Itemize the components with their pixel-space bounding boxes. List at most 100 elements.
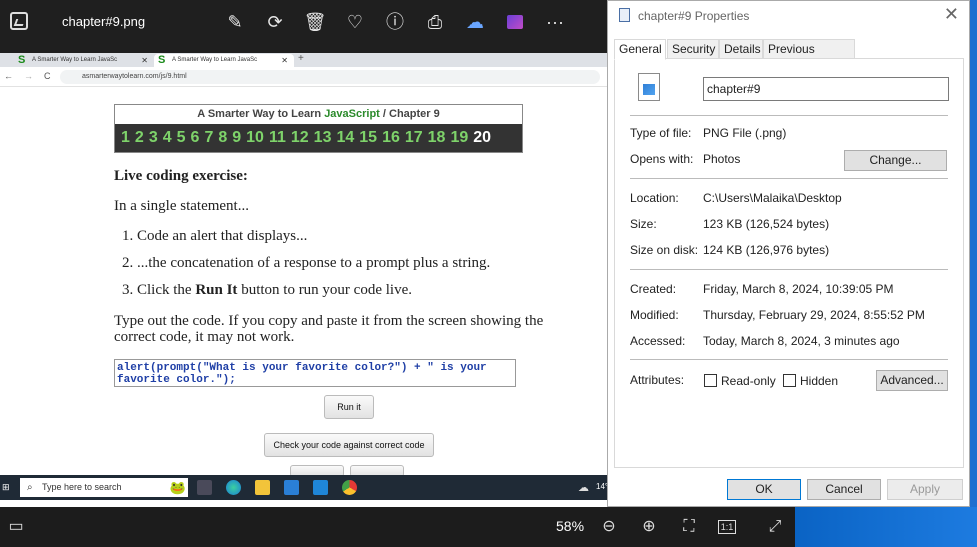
back-icon[interactable]: ← <box>4 71 13 81</box>
chapter-link[interactable]: 16 <box>382 129 400 146</box>
size-on-disk-value: 124 KB (126,976 bytes) <box>703 243 830 257</box>
accessed-value: Today, March 8, 2024, 3 minutes ago <box>703 334 900 348</box>
tab-previous-versions[interactable]: Previous Versions <box>763 39 855 74</box>
chapter-link[interactable]: 9 <box>232 129 241 146</box>
print-icon[interactable]: ⎙ <box>423 10 447 34</box>
type-label: Type of file: <box>630 126 692 140</box>
chrome-icon[interactable] <box>342 480 357 495</box>
forward-icon[interactable]: → <box>24 71 33 81</box>
chapter-link[interactable]: 8 <box>218 129 227 146</box>
divider <box>630 178 948 179</box>
chapter-link[interactable]: 15 <box>359 129 377 146</box>
readonly-checkbox[interactable] <box>704 374 717 387</box>
gallery-icon[interactable] <box>10 12 28 30</box>
tab-security[interactable]: Security <box>667 39 719 59</box>
zoom-in-icon[interactable]: ⊕ <box>638 516 660 538</box>
info-icon[interactable]: ⓘ <box>383 10 407 34</box>
desktop-edge <box>970 0 977 507</box>
list-item: 1. Code an alert that displays... <box>122 228 308 244</box>
search-icon: ⌕ <box>27 482 33 493</box>
task-view-icon[interactable] <box>197 480 212 495</box>
cancel-button[interactable]: Cancel <box>807 479 881 500</box>
url-field[interactable]: asmarterwaytolearn.com/js/9.html <box>60 70 600 84</box>
desktop-background <box>795 507 977 547</box>
taskbar-search[interactable]: ⌕ Type here to search 🐸 <box>20 478 188 497</box>
intro-text: In a single statement... <box>114 198 249 214</box>
edge-icon[interactable] <box>226 480 241 495</box>
zoom-out-icon[interactable]: ⊖ <box>598 516 620 538</box>
photos-bottom-bar: ▭ 58% ⊖ ⊕ ⛶ 1:1 ⤢ <box>0 507 795 547</box>
chapter-link[interactable]: 3 <box>149 129 158 146</box>
vscode-icon[interactable] <box>313 480 328 495</box>
fit-window-icon[interactable]: ⛶ <box>678 516 700 538</box>
chapter-link[interactable]: 20 <box>473 129 491 146</box>
chapter-link[interactable]: 12 <box>291 129 309 146</box>
location-label: Location: <box>630 191 679 205</box>
tab-details[interactable]: Details <box>719 39 763 59</box>
chapter-link[interactable]: 7 <box>204 129 213 146</box>
browser-tab-active[interactable]: S A Smarter Way to Learn JavaSc ✕ <box>154 54 294 67</box>
accessed-label: Accessed: <box>630 334 686 348</box>
onedrive-icon[interactable]: ☁ <box>463 10 487 34</box>
browser-tab[interactable]: S A Smarter Way to Learn JavaSc ✕ <box>14 54 154 67</box>
chapter-link[interactable]: 1 <box>121 129 130 146</box>
fullscreen-icon[interactable]: ⤢ <box>764 516 786 538</box>
close-icon[interactable]: ✕ <box>944 4 959 25</box>
inner-taskbar: ⊞ ⌕ Type here to search 🐸 14° ☁ <box>0 475 610 500</box>
address-bar: ← → C asmarterwaytolearn.com/js/9.html <box>0 67 610 87</box>
chapter-link[interactable]: 17 <box>405 129 423 146</box>
close-tab-icon[interactable]: ✕ <box>281 54 288 67</box>
chapter-link[interactable]: 2 <box>135 129 144 146</box>
instruction-text: Type out the code. If you copy and paste… <box>114 313 544 345</box>
chapter-link[interactable]: 14 <box>336 129 354 146</box>
clipchamp-icon[interactable] <box>503 10 527 34</box>
file-name-field[interactable]: chapter#9 <box>703 77 949 101</box>
apply-button[interactable]: Apply <box>887 479 963 500</box>
mail-icon[interactable] <box>284 480 299 495</box>
chapter-nav: 1 2 3 4 5 6 7 8 9 10 11 12 13 14 15 16 17 18 19 20 <box>115 124 522 152</box>
screen: chapter#9.png ✎ ⟳ 🗑 ♡ ⓘ ⎙ ☁ ··· S A Smar… <box>0 0 977 547</box>
check-code-button[interactable]: Check your code against correct code <box>264 433 434 457</box>
close-tab-icon[interactable]: ✕ <box>141 54 148 67</box>
run-it-button[interactable]: Run it <box>324 395 374 419</box>
more-icon[interactable]: ··· <box>543 10 567 34</box>
file-explorer-icon[interactable] <box>255 480 270 495</box>
chapter-link[interactable]: 6 <box>191 129 200 146</box>
chapter-link[interactable]: 11 <box>269 129 286 146</box>
png-file-icon <box>638 73 660 101</box>
chapter-link[interactable]: 19 <box>450 129 468 146</box>
chapter-link[interactable]: 4 <box>163 129 172 146</box>
divider <box>630 269 948 270</box>
modified-value: Thursday, February 29, 2024, 8:55:52 PM <box>703 308 925 322</box>
delete-icon[interactable]: 🗑 <box>303 10 327 34</box>
tab-general[interactable]: General <box>614 39 666 60</box>
chapter-link[interactable]: 10 <box>246 129 264 146</box>
chapter-link[interactable]: 5 <box>177 129 186 146</box>
hidden-checkbox[interactable] <box>783 374 796 387</box>
advanced-button[interactable]: Advanced... <box>876 370 948 391</box>
list-item: 3. Click the Run It button to run your c… <box>122 282 412 298</box>
chapter-link[interactable]: 13 <box>314 129 332 146</box>
change-button[interactable]: Change... <box>844 150 947 171</box>
code-input[interactable]: alert(prompt("What is your favorite colo… <box>114 359 516 387</box>
actual-size-icon[interactable]: 1:1 <box>718 520 736 534</box>
file-title: chapter#9.png <box>62 14 146 29</box>
new-tab-icon[interactable]: + <box>298 53 304 64</box>
opens-label: Opens with: <box>630 152 694 166</box>
size-label: Size: <box>630 217 657 231</box>
hidden-label: Hidden <box>800 374 839 388</box>
exercise-heading: Live coding exercise: <box>114 168 248 184</box>
course-header: A Smarter Way to Learn JavaScript / Chap… <box>114 104 523 153</box>
favorite-icon[interactable]: ♡ <box>343 10 367 34</box>
chapter-link[interactable]: 18 <box>428 129 446 146</box>
frog-icon: 🐸 <box>169 480 186 495</box>
edit-image-icon[interactable]: ✎ <box>223 10 247 34</box>
ok-button[interactable]: OK <box>727 479 801 500</box>
filmstrip-icon[interactable]: ▭ <box>5 516 27 538</box>
readonly-label: Read-only <box>721 374 776 388</box>
attributes-label: Attributes: <box>630 373 685 387</box>
site-favicon-icon: S <box>158 54 166 66</box>
windows-start-icon[interactable]: ⊞ <box>2 482 12 492</box>
reload-icon[interactable]: C <box>44 71 51 81</box>
rotate-icon[interactable]: ⟳ <box>263 10 287 34</box>
